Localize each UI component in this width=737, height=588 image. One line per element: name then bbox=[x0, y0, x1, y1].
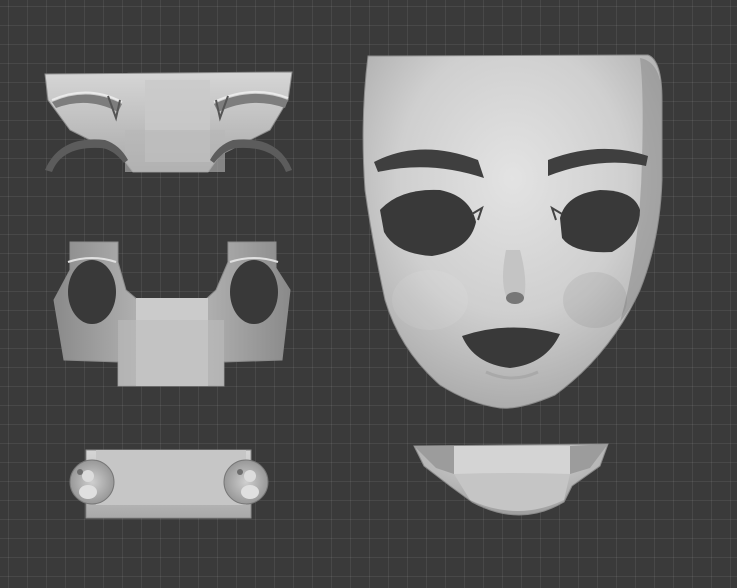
viewport-scene[interactable] bbox=[0, 0, 737, 588]
brow-mask-piece[interactable] bbox=[44, 71, 293, 173]
eyeball-strip-piece[interactable] bbox=[69, 449, 269, 519]
eye-socket-piece[interactable] bbox=[53, 241, 291, 387]
face-mask[interactable] bbox=[362, 54, 663, 409]
3d-viewport[interactable] bbox=[0, 0, 737, 588]
mouth-jaw-piece[interactable] bbox=[413, 443, 609, 516]
